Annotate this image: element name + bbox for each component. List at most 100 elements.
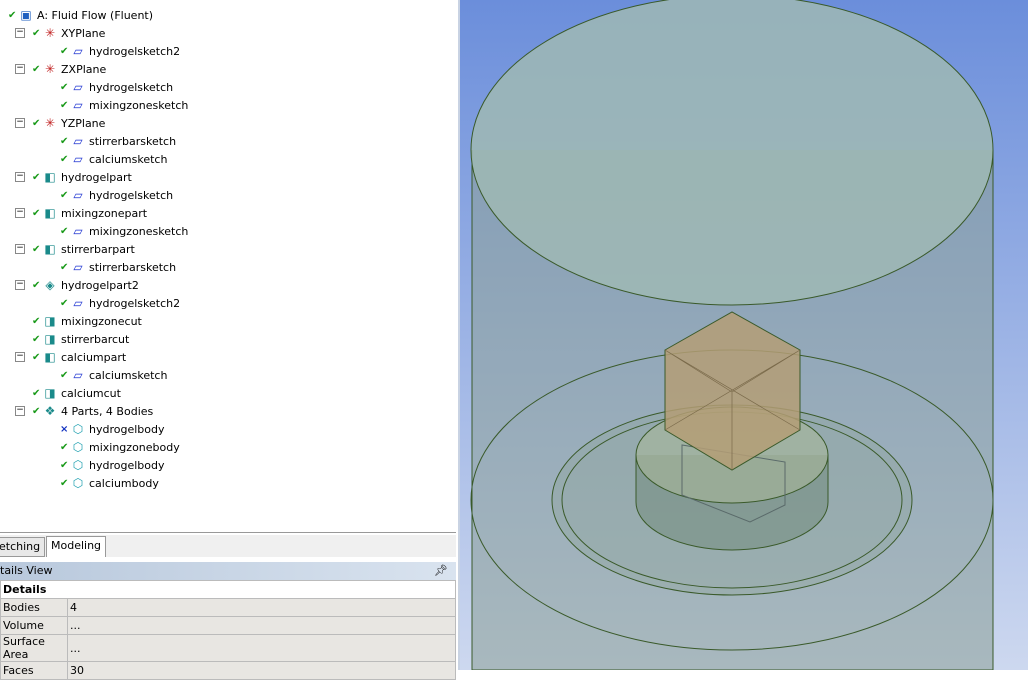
graphics-viewport[interactable]	[460, 0, 1028, 671]
check-icon: ✔	[32, 207, 41, 219]
collapse-toggle[interactable]: −	[15, 280, 25, 290]
tree-item[interactable]: ✔ ⬡ calciumbody	[60, 474, 159, 492]
check-icon: ✔	[60, 459, 69, 471]
collapse-toggle[interactable]: −	[15, 244, 25, 254]
table-row: Faces 30	[0, 661, 456, 680]
tree-item-label: hydrogelsketch2	[89, 44, 181, 58]
check-icon: ✔	[32, 279, 41, 291]
extrude-icon: ◧	[44, 242, 56, 256]
sketch-icon: ▱	[73, 80, 83, 94]
tree-item[interactable]: ✔ ◧ stirrerbarpart	[32, 240, 135, 258]
tree-item-label: hydrogelpart	[61, 170, 132, 184]
tree-item-label: hydrogelsketch2	[89, 296, 181, 310]
tree-item[interactable]: ✔ ▱ calciumsketch	[60, 366, 167, 384]
check-icon: ✔	[32, 243, 41, 255]
tree-item[interactable]: ✔ ✳ XYPlane	[32, 24, 105, 42]
property-value[interactable]: ...	[67, 634, 456, 662]
cut-icon: ◨	[44, 332, 56, 346]
tree-item[interactable]: ✔ ◨ stirrerbarcut	[32, 330, 129, 348]
tree-item-label: calciumcut	[61, 386, 121, 400]
tree-item[interactable]: ✔ ▱ hydrogelsketch	[60, 78, 173, 96]
tree-item[interactable]: ✔ ▱ mixingzonesketch	[60, 222, 188, 240]
model-geometry	[470, 0, 994, 671]
check-icon: ✔	[60, 297, 69, 309]
tree-item[interactable]: ✔ ❖ 4 Parts, 4 Bodies	[32, 402, 153, 420]
sketch-icon: ▱	[73, 296, 83, 310]
plane-icon: ✳	[44, 26, 56, 40]
collapse-toggle[interactable]: −	[15, 28, 25, 38]
tree-item[interactable]: ✔ ▱ stirrerbarsketch	[60, 258, 176, 276]
property-value[interactable]: 30	[67, 661, 456, 680]
check-icon: ✔	[32, 315, 41, 327]
tree-item-label: mixingzonepart	[61, 206, 148, 220]
tree-item-label: calciumsketch	[89, 152, 168, 166]
property-value[interactable]: ...	[67, 616, 456, 635]
property-name: Bodies	[0, 598, 68, 617]
collapse-toggle[interactable]: −	[15, 118, 25, 128]
sketch-icon: ▱	[73, 134, 83, 148]
tree-item[interactable]: ✔ ▱ hydrogelsketch2	[60, 294, 180, 312]
tree-item[interactable]: ✔ ▱ hydrogelsketch	[60, 186, 173, 204]
check-icon: ✔	[60, 441, 69, 453]
table-row: Bodies 4	[0, 598, 456, 617]
details-view-header: tails View 📌︎	[0, 562, 456, 580]
body-icon: ⬡	[72, 458, 84, 472]
tab-sketching[interactable]: etching	[0, 537, 46, 557]
check-icon: ✔	[60, 261, 69, 273]
collapse-toggle[interactable]: −	[15, 352, 25, 362]
tree-item[interactable]: ✔ ◈ hydrogelpart2	[32, 276, 139, 294]
tree-item[interactable]: ✔ ◨ mixingzonecut	[32, 312, 142, 330]
tree-item[interactable]: ✔ ✳ ZXPlane	[32, 60, 106, 78]
collapse-toggle[interactable]: −	[15, 172, 25, 182]
collapse-toggle[interactable]: −	[15, 406, 25, 416]
tree-item-label: hydrogelbody	[89, 422, 165, 436]
extrude-icon: ◧	[44, 206, 56, 220]
body-icon: ⬡	[72, 440, 84, 454]
tree-item[interactable]: ✔ ◧ calciumpart	[32, 348, 126, 366]
details-section-header: Details	[0, 580, 456, 599]
tree-item[interactable]: ✔ ▱ hydrogelsketch2	[60, 42, 180, 60]
tree-item-label: hydrogelsketch	[89, 188, 174, 202]
tree-item[interactable]: ✔ ✳ YZPlane	[32, 114, 105, 132]
check-icon: ✔	[60, 81, 69, 93]
tree-item-label: ZXPlane	[61, 62, 107, 76]
revolve-icon: ◈	[45, 278, 55, 292]
parts-icon: ❖	[44, 404, 56, 418]
check-icon: ✔	[32, 117, 41, 129]
property-name: Volume	[0, 616, 68, 635]
tree-item[interactable]: ✔ ⬡ mixingzonebody	[60, 438, 180, 456]
collapse-toggle[interactable]: −	[15, 208, 25, 218]
tree-item[interactable]: ✔ ◨ calciumcut	[32, 384, 121, 402]
tree-item-label: mixingzonebody	[89, 440, 180, 454]
check-icon: ✔	[32, 351, 41, 363]
tree-item[interactable]: ✔ ▣ A: Fluid Flow (Fluent)	[8, 6, 153, 24]
tree-item[interactable]: ✔ ▱ calciumsketch	[60, 150, 167, 168]
body-icon: ⬡	[72, 476, 84, 490]
tree-item[interactable]: ✔ ◧ hydrogelpart	[32, 168, 132, 186]
check-icon: ✔	[32, 27, 41, 39]
tree-item[interactable]: ✔ ▱ mixingzonesketch	[60, 96, 188, 114]
tree-item[interactable]: ✔ ◧ mixingzonepart	[32, 204, 147, 222]
check-icon: ✔	[60, 189, 69, 201]
tree-item-label: calciumsketch	[89, 368, 168, 382]
property-name: Surface Area	[0, 634, 68, 662]
pin-icon[interactable]: 📌︎	[434, 562, 448, 580]
extrude-icon: ◧	[44, 170, 56, 184]
sketch-icon: ▱	[73, 152, 83, 166]
tree-item[interactable]: ✔ ▱ stirrerbarsketch	[60, 132, 176, 150]
property-name: Faces	[0, 661, 68, 680]
check-icon: ✔	[60, 369, 69, 381]
tab-modeling[interactable]: Modeling	[46, 536, 107, 557]
check-icon: ✔	[60, 225, 69, 237]
table-row: Volume...	[0, 616, 456, 635]
tree-item-label: hydrogelpart2	[61, 278, 139, 292]
tree-item[interactable]: ✔ ⬡ hydrogelbody	[60, 456, 165, 474]
outline-tree: ✔ ▣ A: Fluid Flow (Fluent) ✔ ✳ XYPlane − ✔ ▱ hydr…	[0, 0, 456, 533]
check-icon: ✔	[32, 405, 41, 417]
tree-item-label: calciumpart	[61, 350, 127, 364]
collapse-toggle[interactable]: −	[15, 64, 25, 74]
tree-item[interactable]: × ⬡ hydrogelbody	[60, 420, 165, 438]
property-value[interactable]: 4	[67, 598, 456, 617]
tree-item-label: mixingzonesketch	[89, 224, 189, 238]
x-mark-icon: ×	[60, 423, 69, 435]
